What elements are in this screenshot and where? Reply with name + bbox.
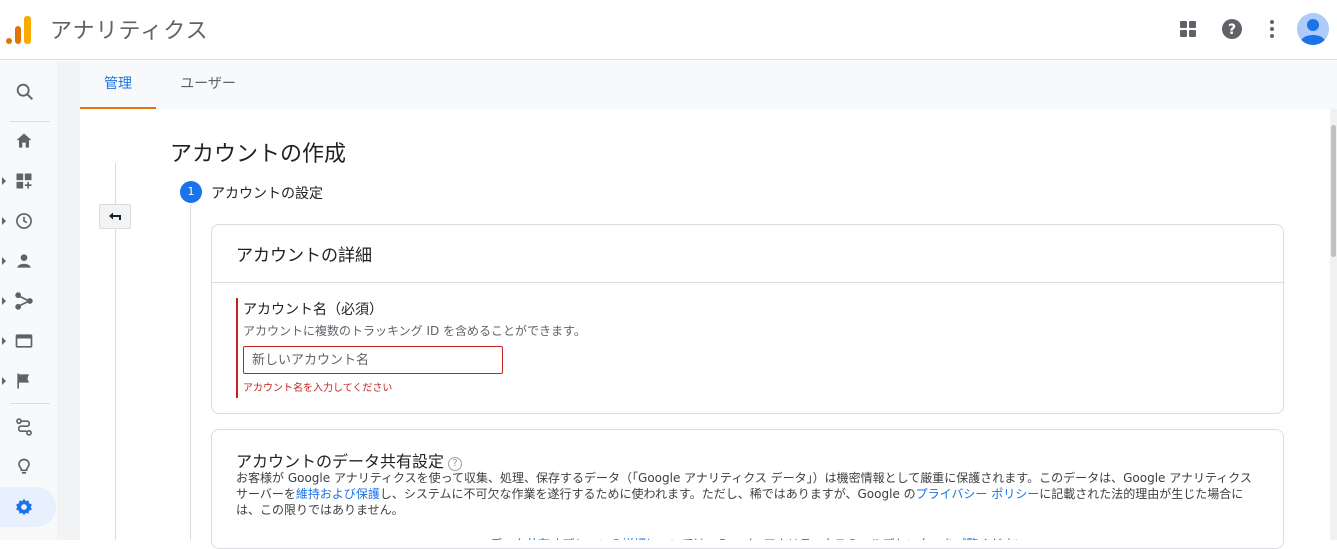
expand-caret-icon	[2, 177, 6, 185]
tab-admin[interactable]: 管理	[80, 61, 156, 109]
help-icon[interactable]: ?	[1220, 17, 1244, 41]
step-label: アカウントの設定	[211, 186, 323, 202]
search-icon	[16, 83, 34, 101]
nav-home[interactable]	[0, 123, 57, 159]
nav-attribution[interactable]	[0, 409, 57, 445]
nav-conversions[interactable]	[0, 363, 57, 399]
error-indicator-bar	[236, 298, 238, 398]
account-name-input[interactable]	[243, 346, 503, 374]
account-details-heading: アカウントの詳細	[236, 246, 372, 266]
home-icon	[16, 133, 32, 148]
realtime-clock-icon	[16, 213, 32, 229]
stepper-line	[190, 205, 191, 540]
expand-caret-icon	[2, 377, 6, 385]
nav-audience[interactable]	[0, 243, 57, 279]
nav-discover[interactable]	[0, 449, 57, 485]
nav-behavior[interactable]	[0, 323, 57, 359]
data-sharing-text-2: し、システムに不可欠な作業を遂行するために使われます。ただし、稀ではありますが、…	[379, 487, 916, 501]
expand-caret-icon	[2, 337, 6, 345]
discover-lightbulb-icon	[18, 458, 30, 474]
customization-icon	[16, 173, 32, 189]
svg-text:?: ?	[1228, 22, 1236, 38]
conversions-flag-icon	[17, 373, 29, 389]
page-title: アカウントの作成	[170, 142, 347, 167]
tab-users[interactable]: ユーザー	[166, 61, 250, 109]
audience-person-icon	[17, 254, 31, 268]
nav-divider	[10, 403, 50, 404]
nav-search[interactable]	[0, 73, 57, 109]
acquisition-icon	[15, 292, 33, 310]
more-vert-icon[interactable]	[1260, 17, 1284, 41]
admin-tabs: 管理 ユーザー	[80, 61, 1337, 109]
nav-divider	[10, 121, 50, 122]
apps-grid-icon[interactable]	[1176, 17, 1200, 41]
bottom-hint-link[interactable]: データ共有オプションの詳細については、Google アナリティクスのヘルプセンタ…	[490, 535, 1050, 540]
left-nav	[0, 61, 57, 540]
account-name-help: アカウントに複数のトラッキング ID を含めることができます。	[243, 324, 586, 338]
scrollbar-thumb[interactable]	[1331, 125, 1336, 257]
account-name-label: アカウント名（必須）	[243, 302, 383, 318]
app-title: アナリティクス	[50, 19, 209, 44]
admin-gear-icon	[16, 498, 32, 516]
data-sharing-card: アカウントのデータ共有設定? お客様が Google アナリティクスを使って収集…	[211, 429, 1284, 549]
top-bar: アナリティクス ?	[0, 0, 1337, 60]
expand-caret-icon	[2, 257, 6, 265]
data-sharing-description: お客様が Google アナリティクスを使って収集、処理、保存するデータ（「Go…	[236, 470, 1256, 518]
step-number-badge: 1	[180, 181, 202, 203]
scrollbar[interactable]	[1330, 109, 1337, 540]
privacy-policy-link[interactable]: プライバシー ポリシー	[916, 487, 1040, 501]
back-button[interactable]	[99, 204, 131, 229]
data-sharing-heading: アカウントのデータ共有設定	[236, 452, 445, 471]
attribution-icon	[16, 418, 32, 436]
data-sharing-heading-row: アカウントのデータ共有設定?	[236, 448, 463, 472]
back-arrow-icon	[109, 212, 121, 220]
analytics-logo[interactable]	[6, 14, 32, 44]
nav-admin[interactable]	[0, 489, 57, 525]
account-name-error: アカウント名を入力してください	[243, 383, 393, 394]
nav-acquisition[interactable]	[0, 283, 57, 319]
nav-realtime[interactable]	[0, 203, 57, 239]
nav-customization[interactable]	[0, 163, 57, 199]
account-details-card: アカウントの詳細 アカウント名（必須） アカウントに複数のトラッキング ID を…	[211, 224, 1284, 414]
question-help-icon[interactable]: ?	[448, 457, 463, 471]
maintain-protect-link[interactable]: 維持および保護	[296, 487, 380, 501]
card-divider	[212, 282, 1283, 283]
account-avatar[interactable]	[1297, 13, 1329, 45]
behavior-icon	[15, 334, 33, 348]
expand-caret-icon	[2, 297, 6, 305]
expand-caret-icon	[2, 217, 6, 225]
